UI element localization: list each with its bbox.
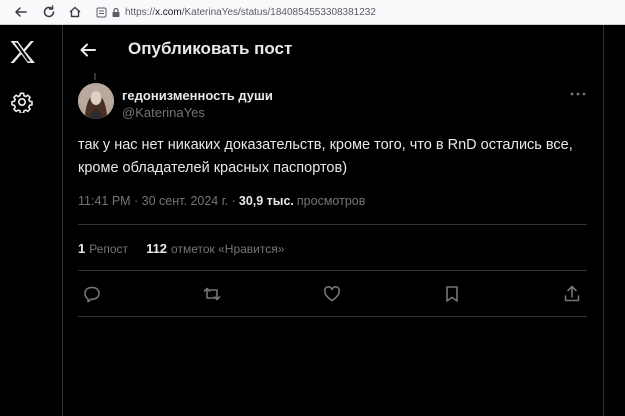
url-prefix: https://	[125, 6, 156, 18]
share-icon[interactable]	[561, 283, 583, 305]
bookmark-icon[interactable]	[441, 283, 463, 305]
post-stats: 1 Репост 112 отметок «Нравится»	[78, 241, 284, 256]
likes-count[interactable]: 112	[146, 241, 167, 256]
likes-label[interactable]: отметок «Нравится»	[171, 242, 284, 256]
left-nav-rail	[0, 25, 62, 416]
reply-icon[interactable]	[81, 283, 103, 305]
reload-icon[interactable]	[40, 3, 58, 21]
settings-gear-icon[interactable]	[11, 91, 33, 115]
page-header: Опубликовать пост	[63, 25, 604, 75]
views-label: просмотров	[296, 194, 366, 208]
more-dots-icon[interactable]	[568, 87, 588, 99]
repost-icon[interactable]	[201, 283, 223, 305]
arrow-left-icon[interactable]	[77, 39, 99, 61]
divider	[78, 316, 587, 317]
home-icon[interactable]	[66, 3, 84, 21]
page-title: Опубликовать пост	[128, 39, 293, 58]
post-meta: 11:41 PM · 30 сент. 2024 г. · 30,9 тыс. …	[78, 194, 365, 208]
avatar[interactable]	[78, 83, 114, 119]
browser-toolbar: https://x.com/KaterinaYes/status/1840854…	[0, 0, 625, 25]
address-bar[interactable]: https://x.com/KaterinaYes/status/1840854…	[96, 3, 396, 21]
author-handle[interactable]: @KaterinaYes	[122, 105, 205, 120]
divider	[78, 224, 587, 225]
thread-connector	[94, 73, 96, 80]
post-detail-column: Опубликовать пост гедонизменность души @…	[62, 25, 604, 416]
reposts-count[interactable]: 1	[78, 241, 85, 256]
post-timestamp[interactable]: 11:41 PM · 30 сент. 2024 г. ·	[78, 194, 236, 208]
post-actions	[63, 283, 604, 307]
url-text: https://x.com/KaterinaYes/status/1840854…	[125, 7, 376, 18]
author-name[interactable]: гедонизменность души	[122, 88, 273, 103]
x-logo-icon[interactable]	[9, 40, 36, 64]
divider	[78, 270, 587, 271]
heart-icon[interactable]	[321, 283, 343, 305]
post-text: так у нас нет никаких доказательств, кро…	[78, 137, 573, 176]
lock-icon[interactable]	[111, 7, 121, 18]
views-count[interactable]: 30,9 тыс.	[239, 194, 294, 208]
back-arrow-icon[interactable]	[12, 3, 30, 21]
site-info-icon[interactable]	[96, 7, 107, 18]
url-path: /KaterinaYes/status/1840854553308381232	[181, 6, 376, 18]
reposts-label[interactable]: Репост	[89, 242, 128, 256]
url-host: x.com	[155, 6, 182, 18]
